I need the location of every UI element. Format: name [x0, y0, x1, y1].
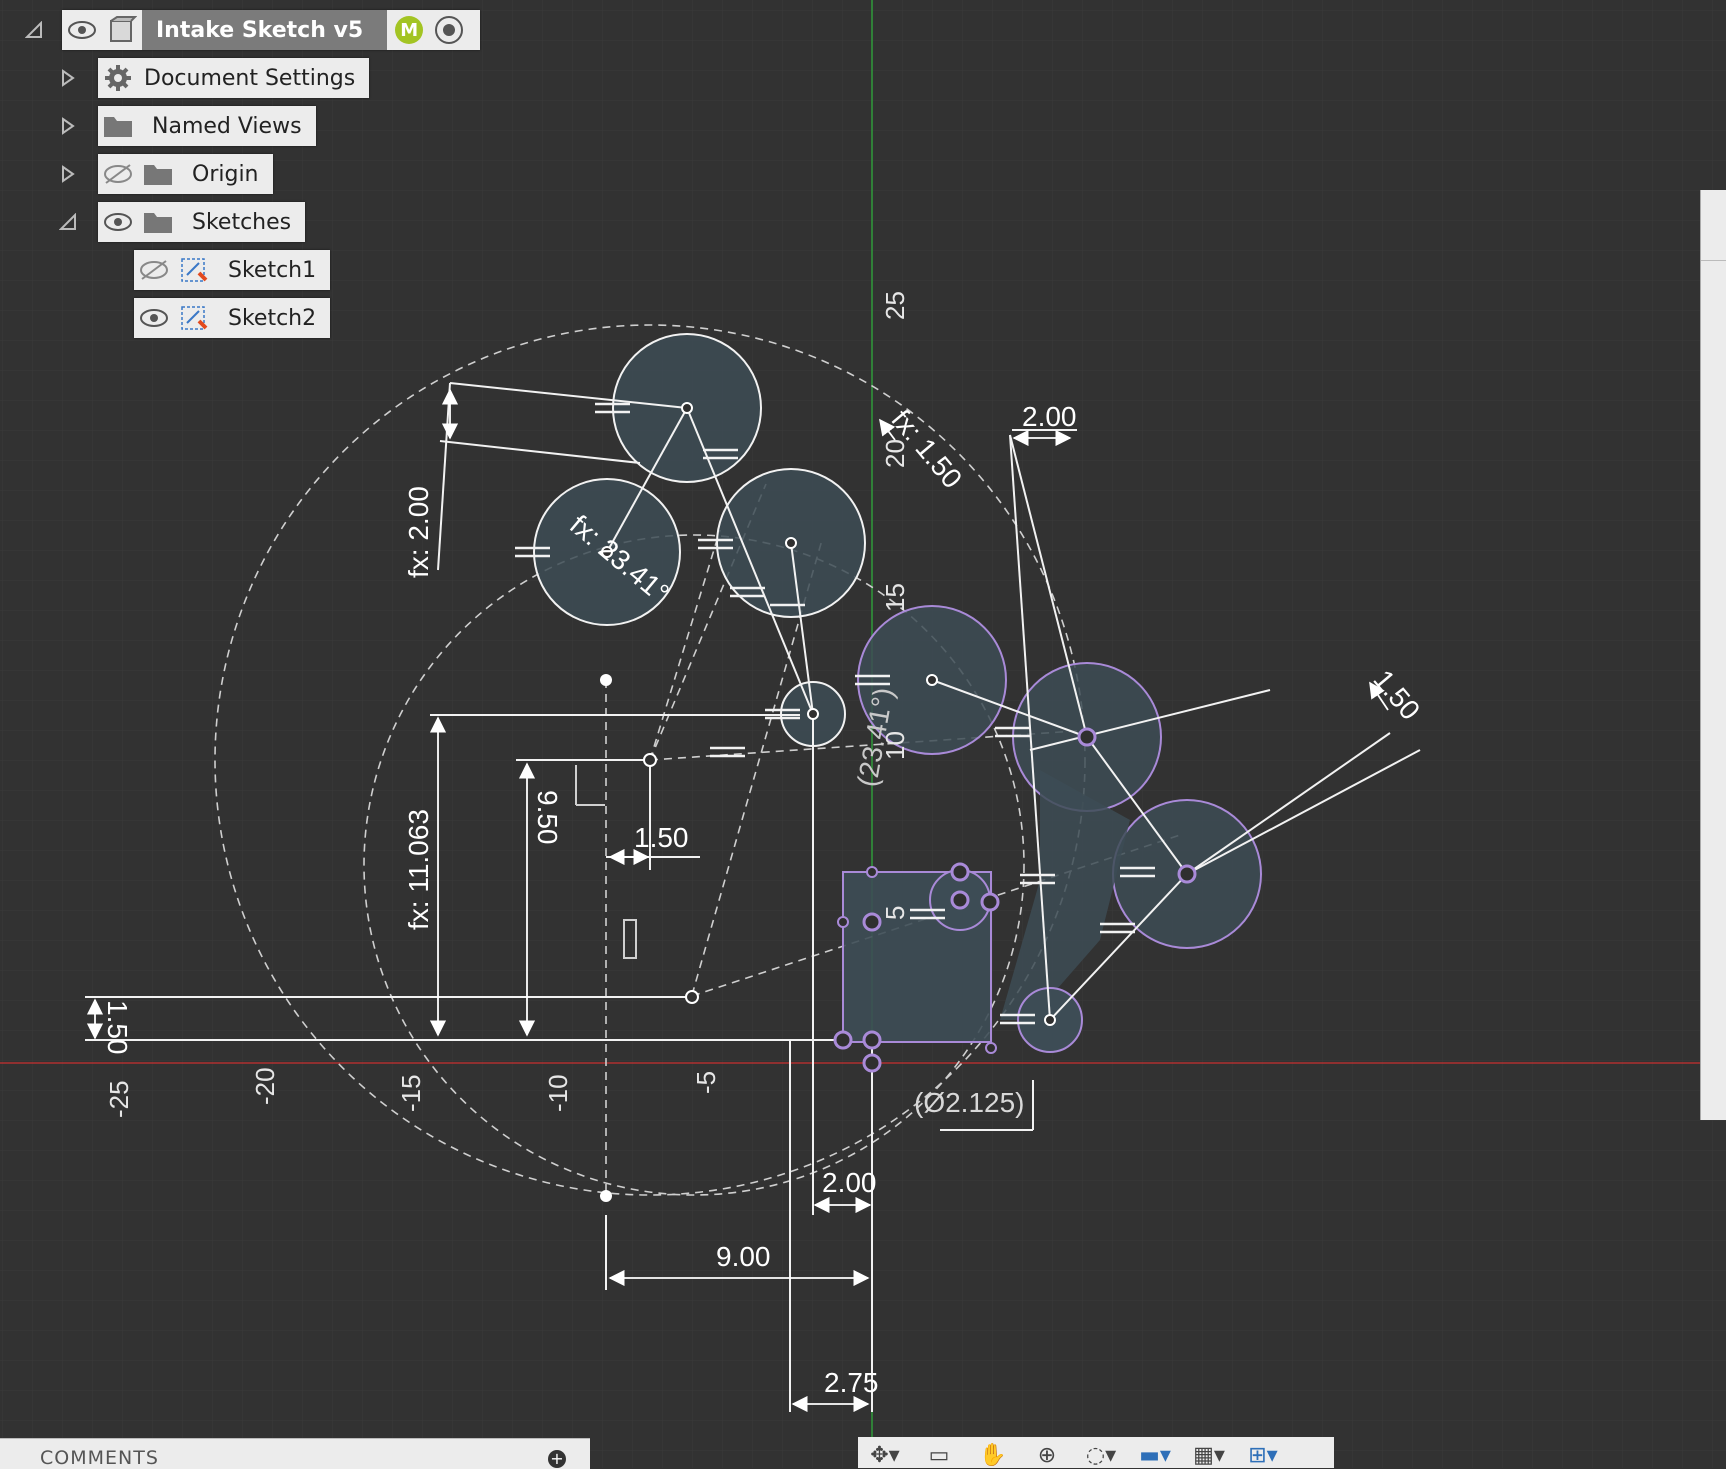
browser-root-row[interactable]: Intake Sketch v5 M — [62, 10, 480, 50]
collapse-icon[interactable] — [22, 18, 46, 42]
browser-item-label: Named Views — [152, 113, 302, 139]
fit-icon[interactable]: ◌▾ — [1074, 1437, 1128, 1468]
browser-item-label: Sketches — [192, 209, 292, 235]
x-tick-label: -5 — [691, 1071, 721, 1094]
eye-hidden-icon[interactable] — [98, 154, 138, 194]
right-panel[interactable] — [1700, 190, 1726, 1120]
sketch-icon — [174, 298, 214, 338]
browser-item-named-views[interactable]: Named Views — [98, 106, 316, 146]
collapse-icon[interactable] — [56, 210, 80, 234]
expand-icon[interactable] — [56, 114, 80, 138]
expand-icon[interactable] — [56, 162, 80, 186]
eye-icon[interactable] — [62, 10, 102, 50]
browser-item-origin[interactable]: Origin — [98, 154, 273, 194]
viewports-icon[interactable]: ⊞▾ — [1236, 1437, 1290, 1468]
browser-item-document-settings[interactable]: Document Settings — [98, 58, 370, 98]
grid-settings-icon[interactable]: ▦▾ — [1182, 1437, 1236, 1468]
document-name[interactable]: Intake Sketch v5 — [142, 10, 388, 50]
folder-icon — [98, 106, 138, 146]
orbit-icon[interactable]: ✥▾ — [858, 1437, 912, 1468]
add-comment-icon[interactable]: + — [548, 1450, 566, 1468]
comments-label: COMMENTS — [40, 1447, 159, 1469]
dimension-label[interactable]: 2.75 — [824, 1367, 879, 1398]
zoom-icon[interactable]: ⊕ — [1020, 1437, 1074, 1468]
display-settings-icon[interactable]: ▬▾ — [1128, 1437, 1182, 1468]
look-at-icon[interactable]: ▭ — [912, 1437, 966, 1468]
dimension-label[interactable]: 2.00 — [822, 1167, 877, 1198]
navigation-toolbar[interactable]: ✥▾ ▭ ✋ ⊕ ◌▾ ▬▾ ▦▾ ⊞▾ — [858, 1437, 1334, 1468]
folder-icon — [138, 154, 178, 194]
x-tick-label: -15 — [396, 1074, 426, 1112]
browser-item-label: Document Settings — [144, 65, 356, 91]
x-tick-label: -20 — [250, 1067, 280, 1105]
dimension-label[interactable]: 1.50 — [102, 1000, 133, 1055]
dimension-label[interactable]: 9.50 — [532, 790, 563, 845]
browser-item-sketch2[interactable]: Sketch2 — [134, 298, 331, 338]
gear-icon — [98, 58, 138, 98]
dimension-label[interactable]: 2.00 — [1022, 401, 1077, 432]
browser-item-label: Sketch2 — [228, 305, 317, 331]
dimension-label[interactable]: 9.00 — [716, 1241, 771, 1272]
eye-hidden-icon[interactable] — [134, 250, 174, 290]
dimension-label[interactable]: 1.50 — [634, 822, 689, 853]
active-component-badge: M — [395, 16, 424, 44]
eye-icon[interactable] — [98, 202, 138, 242]
y-tick-label: 15 — [880, 583, 910, 612]
y-tick-label: 25 — [880, 291, 910, 320]
activate-radio-icon[interactable] — [435, 16, 464, 44]
expand-icon[interactable] — [56, 66, 80, 90]
folder-icon — [138, 202, 178, 242]
eye-icon[interactable] — [134, 298, 174, 338]
sketch-icon — [174, 250, 214, 290]
dimension-label[interactable]: fx: 11.063 — [403, 809, 434, 930]
browser-item-label: Origin — [192, 161, 259, 187]
x-tick-label: -25 — [104, 1080, 134, 1118]
browser-item-sketches[interactable]: Sketches — [98, 202, 306, 242]
y-tick-label: 5 — [880, 906, 910, 920]
dimension-label[interactable]: fx: 2.00 — [403, 486, 434, 578]
pan-icon[interactable]: ✋ — [966, 1437, 1020, 1468]
x-tick-label: -10 — [543, 1074, 573, 1112]
browser-item-label: Sketch1 — [228, 257, 317, 283]
panel-tab[interactable] — [1701, 190, 1726, 261]
browser-item-sketch1[interactable]: Sketch1 — [134, 250, 331, 290]
dimension-label[interactable]: (Ø2.125) — [914, 1087, 1025, 1118]
comments-panel[interactable]: COMMENTS + — [0, 1438, 590, 1469]
component-icon — [102, 10, 142, 50]
